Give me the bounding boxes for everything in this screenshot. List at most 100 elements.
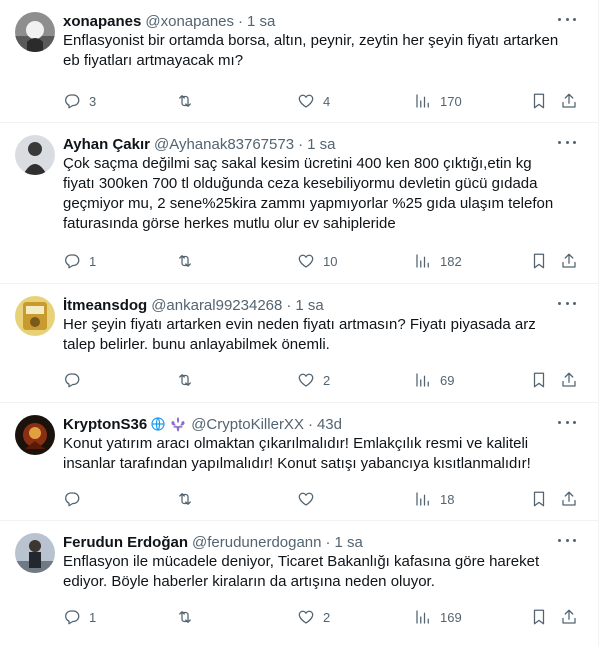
reply-button[interactable] (63, 489, 89, 509)
reply-button[interactable]: 1 (63, 607, 96, 627)
reply-icon (65, 492, 80, 507)
author-handle[interactable]: @ankaral99234268 (151, 297, 282, 314)
tweet-header: İtmeansdog @ankaral99234268 · 1 sa (63, 295, 324, 315)
author-name[interactable]: xonapanes (63, 13, 141, 30)
bookmark-icon (533, 253, 545, 269)
timestamp[interactable]: 1 sa (295, 297, 323, 314)
tweet[interactable]: xonapanes @xonapanes · 1 sa Enflasyonist… (0, 0, 598, 123)
tweet-text-line: fiyatı 300ken 700 tl olduğunda ceza kese… (63, 175, 538, 192)
repost-button[interactable] (176, 489, 202, 509)
tweet-text: Konut yatırım aracı olmaktan çıkarılmalı… (63, 434, 563, 474)
tweet-header: Ayhan Çakır @Ayhanak83767573 · 1 sa (63, 134, 335, 154)
like-button[interactable] (297, 489, 323, 509)
like-button[interactable]: 4 (297, 91, 330, 111)
tweet-text-line: Enflasyonist bir ortamda borsa, altın, p… (63, 32, 559, 49)
reply-count: 1 (89, 253, 97, 269)
bookmark-button[interactable] (530, 607, 548, 627)
views-button[interactable]: 169 (414, 607, 462, 627)
more-options-icon[interactable] (558, 302, 576, 306)
avatar[interactable] (15, 135, 55, 175)
repost-icon (179, 493, 191, 505)
bookmark-button[interactable] (530, 370, 548, 390)
heart-icon (298, 254, 314, 268)
tweet[interactable]: İtmeansdog @ankaral99234268 · 1 sa Her ş… (0, 284, 598, 403)
share-button[interactable] (560, 370, 578, 390)
share-button[interactable] (560, 489, 578, 509)
share-button[interactable] (560, 91, 578, 111)
tweet-text: Çok saçma değilmi saç sakal kesim ücreti… (63, 154, 563, 234)
more-options-icon[interactable] (558, 18, 576, 22)
timestamp[interactable]: 43d (317, 416, 342, 433)
more-options-icon[interactable] (558, 141, 576, 145)
tweet-header: xonapanes @xonapanes · 1 sa (63, 11, 275, 31)
author-handle[interactable]: @ferudunerdogann (192, 534, 322, 551)
repost-icon (179, 95, 191, 107)
more-options-icon[interactable] (558, 421, 576, 425)
like-button[interactable]: 2 (297, 370, 330, 390)
share-icon (562, 491, 576, 506)
like-button[interactable]: 2 (297, 607, 330, 627)
share-button[interactable] (560, 607, 578, 627)
timestamp[interactable]: 1 sa (335, 534, 363, 551)
repost-icon (179, 255, 191, 267)
reply-icon (65, 373, 80, 388)
author-name[interactable]: İtmeansdog (63, 297, 147, 314)
more-options-icon[interactable] (558, 539, 576, 543)
repost-icon (179, 611, 191, 623)
avatar[interactable] (15, 415, 55, 455)
tweet-feed: xonapanes @xonapanes · 1 sa Enflasyonist… (0, 0, 599, 646)
bookmark-icon (533, 491, 545, 507)
reply-count: 3 (89, 93, 97, 109)
tweet-text-line: Konut yatırım aracı olmaktan çıkarılmalı… (63, 435, 529, 452)
like-count: 2 (323, 372, 331, 388)
separator-dot: · (298, 135, 304, 153)
heart-icon (298, 610, 314, 624)
avatar[interactable] (15, 12, 55, 52)
author-handle[interactable]: @Ayhanak83767573 (154, 136, 294, 153)
repost-icon (179, 374, 191, 386)
views-icon (416, 94, 429, 108)
author-name[interactable]: Ayhan Çakır (63, 136, 150, 153)
avatar[interactable] (15, 533, 55, 573)
repost-button[interactable] (176, 370, 202, 390)
like-button[interactable]: 10 (297, 251, 337, 271)
bookmark-button[interactable] (530, 489, 548, 509)
tweet[interactable]: Ferudun Erdoğan @ferudunerdogann · 1 sa … (0, 521, 598, 646)
author-name[interactable]: Ferudun Erdoğan (63, 534, 188, 551)
bookmark-button[interactable] (530, 91, 548, 111)
views-button[interactable]: 69 (414, 370, 454, 390)
avatar[interactable] (15, 296, 55, 336)
tweet[interactable]: Ayhan Çakır @Ayhanak83767573 · 1 sa Çok … (0, 123, 598, 284)
repost-button[interactable] (176, 91, 202, 111)
like-count: 2 (323, 609, 331, 625)
view-count: 169 (440, 609, 462, 625)
timestamp[interactable]: 1 sa (307, 136, 335, 153)
reply-icon (65, 254, 80, 269)
reply-button[interactable]: 3 (63, 91, 96, 111)
reply-button[interactable] (63, 370, 89, 390)
views-button[interactable]: 182 (414, 251, 462, 271)
author-handle[interactable]: @xonapanes (145, 13, 234, 30)
views-button[interactable]: 18 (414, 489, 454, 509)
heart-icon (298, 94, 314, 108)
tweet-text-line: insanlar tarafından yapılmalıdır! Konut … (63, 455, 531, 472)
separator-dot: · (325, 533, 331, 551)
author-handle[interactable]: @CryptoKillerXX (191, 416, 304, 433)
author-name[interactable]: KryptonS36 (63, 416, 147, 433)
like-count: 10 (323, 253, 338, 269)
view-count: 69 (440, 372, 455, 388)
tweet-header: KryptonS36 @CryptoKillerXX · 43d (63, 414, 342, 434)
tweet[interactable]: KryptonS36 @CryptoKillerXX · 43d Konut y… (0, 403, 598, 521)
share-button[interactable] (560, 251, 578, 271)
bookmark-button[interactable] (530, 251, 548, 271)
tweet-text: Enflasyon ile mücadele deniyor, Ticaret … (63, 552, 563, 592)
repost-button[interactable] (176, 607, 202, 627)
repost-button[interactable] (176, 251, 202, 271)
globe-icon (150, 416, 166, 432)
views-button[interactable]: 170 (414, 91, 462, 111)
reply-button[interactable]: 1 (63, 251, 96, 271)
view-count: 170 (440, 93, 462, 109)
like-count: 4 (323, 93, 331, 109)
action-bar: 1 2 169 (63, 607, 583, 627)
timestamp[interactable]: 1 sa (247, 13, 275, 30)
